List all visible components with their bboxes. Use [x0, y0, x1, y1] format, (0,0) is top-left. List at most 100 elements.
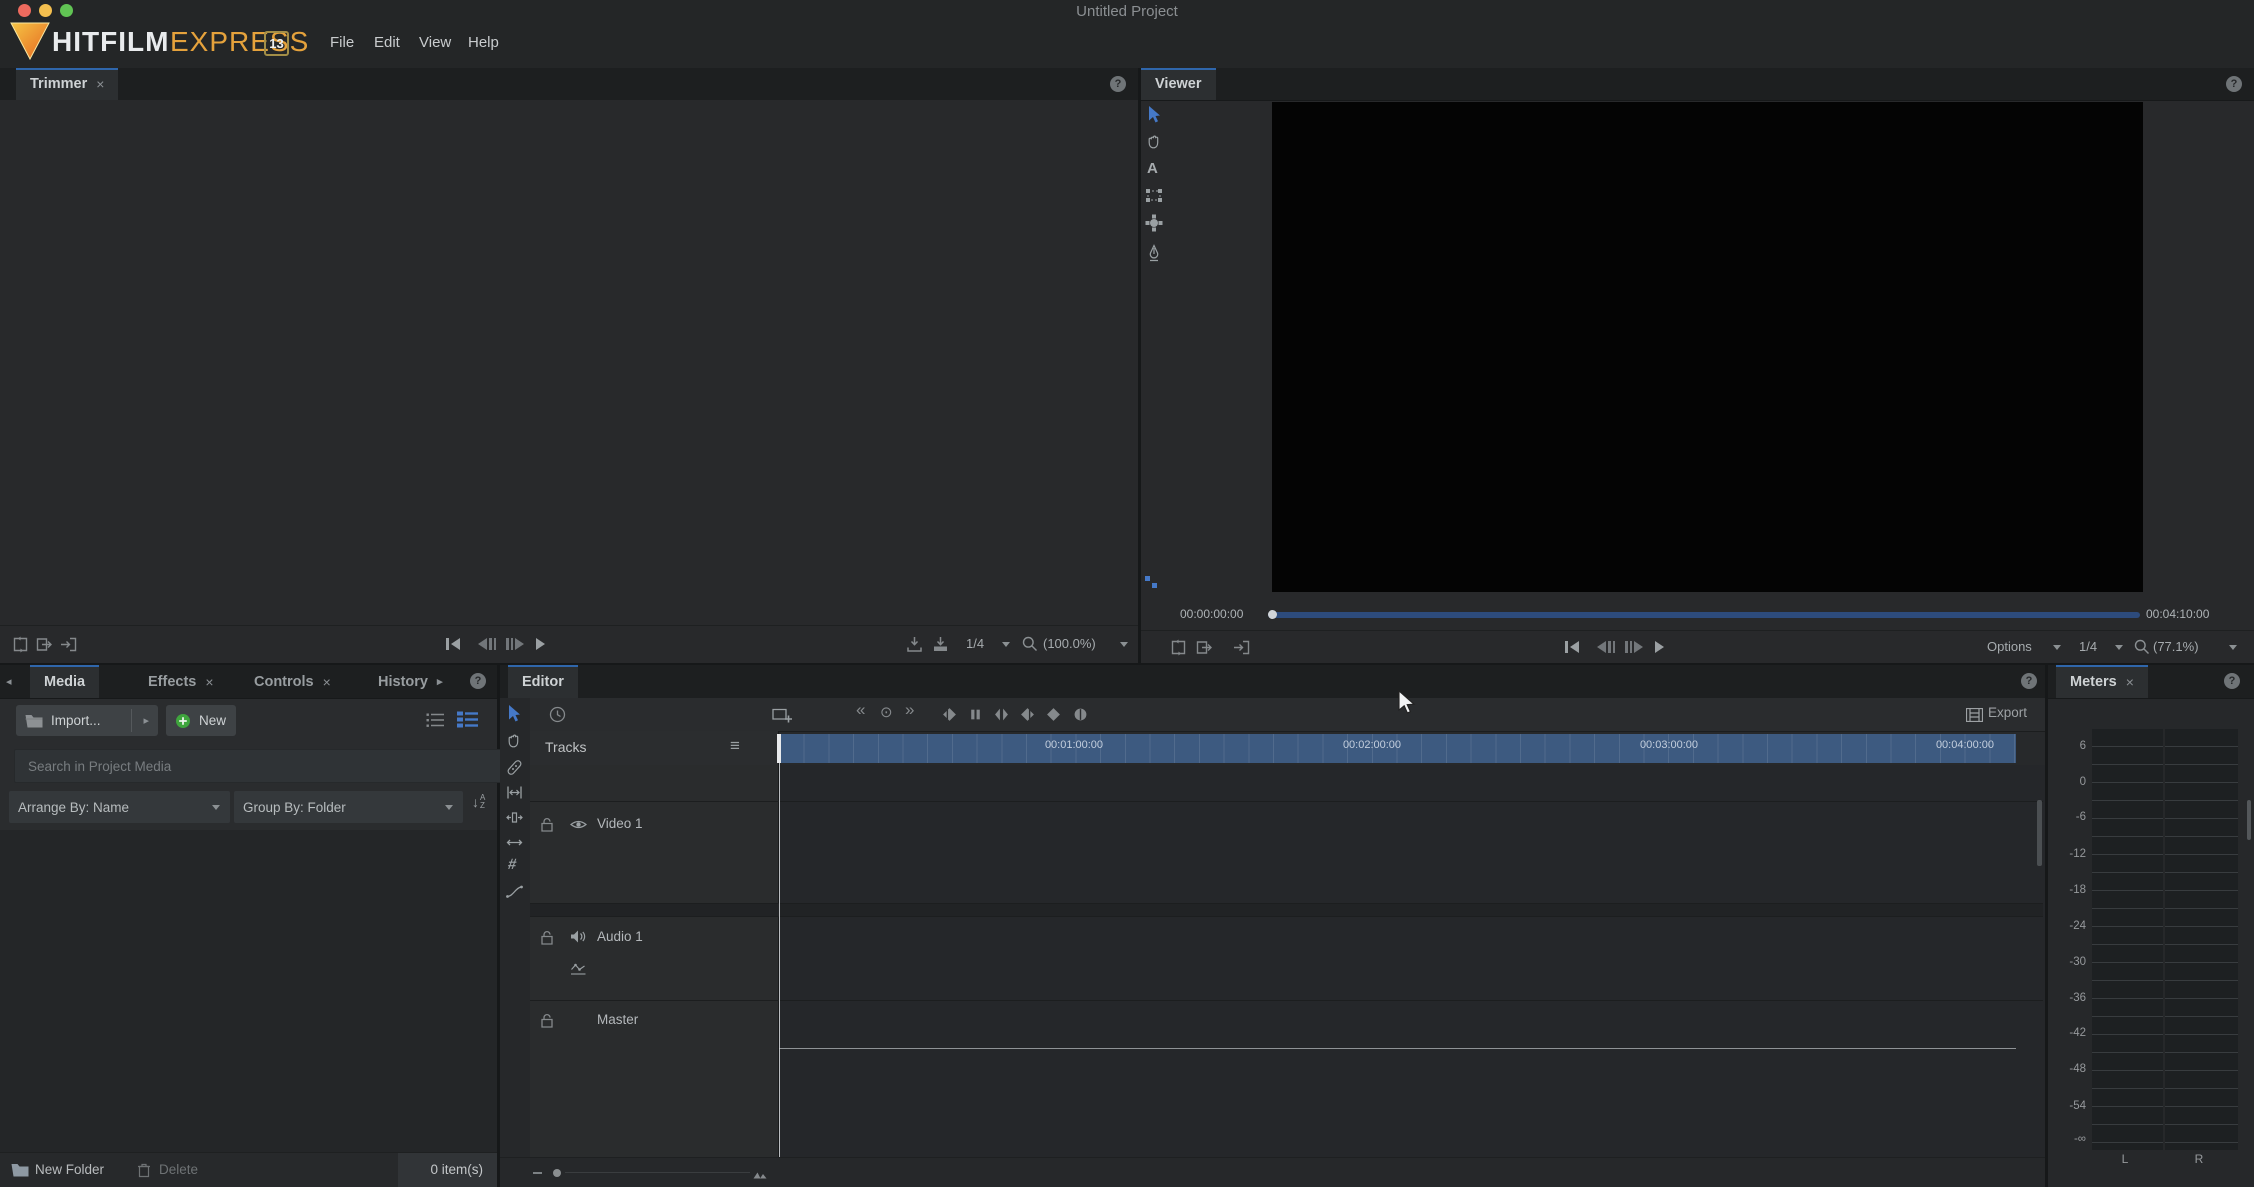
slice-left-icon[interactable]: [942, 707, 957, 722]
lock-open-icon[interactable]: [540, 930, 554, 945]
smooth-curve-tool-icon[interactable]: [506, 884, 523, 899]
lock-open-icon[interactable]: [540, 1013, 554, 1028]
text-tool-icon[interactable]: A: [1147, 160, 1158, 177]
select-tool-icon[interactable]: [506, 704, 523, 723]
chevron-down-icon[interactable]: [1120, 642, 1128, 647]
viewer-playhead-handle[interactable]: [1268, 610, 1277, 619]
slide-tool-icon[interactable]: [506, 809, 523, 826]
tab-scroll-left-icon[interactable]: ◂: [6, 675, 12, 688]
close-icon[interactable]: ×: [2126, 674, 2134, 690]
close-icon[interactable]: ×: [96, 76, 104, 92]
selection-region-tool-icon[interactable]: [1145, 188, 1163, 203]
next-frame-button[interactable]: [506, 638, 524, 650]
chevron-down-icon[interactable]: [2115, 645, 2123, 650]
previous-keyframe-icon[interactable]: «: [856, 700, 865, 720]
list-view-icon[interactable]: [426, 712, 445, 728]
ripple-edit-tool-icon[interactable]: [506, 834, 523, 851]
set-in-icon[interactable]: [1020, 707, 1035, 722]
close-icon[interactable]: ×: [323, 674, 331, 690]
slice-split-icon[interactable]: [994, 707, 1009, 722]
trimmer-zoom-value[interactable]: (100.0%): [1043, 636, 1096, 651]
set-out-point-icon[interactable]: [932, 636, 949, 653]
chevron-down-icon[interactable]: [2229, 645, 2237, 650]
import-button[interactable]: Import... ▸: [16, 705, 158, 736]
detail-view-icon[interactable]: [457, 711, 478, 728]
export-frame-icon[interactable]: [1196, 639, 1214, 656]
previous-frame-button[interactable]: [478, 638, 496, 650]
viewer-seek-bar[interactable]: [1268, 612, 2140, 618]
select-tool-icon[interactable]: [1146, 105, 1163, 124]
track-row-master[interactable]: Master: [530, 1001, 778, 1121]
set-in-point-icon[interactable]: [906, 636, 923, 653]
playhead-marker[interactable]: [777, 734, 781, 763]
tab-editor[interactable]: Editor: [508, 665, 578, 698]
tab-media[interactable]: Media: [30, 665, 100, 698]
help-icon[interactable]: ?: [470, 673, 486, 689]
viewer-zoom-value[interactable]: (77.1%): [2153, 639, 2199, 654]
tab-meters[interactable]: Meters ×: [2056, 665, 2148, 698]
panel-resize-grip[interactable]: [1145, 576, 1150, 581]
marker-icon[interactable]: [1073, 707, 1088, 722]
speaker-icon[interactable]: [570, 929, 587, 944]
next-frame-button[interactable]: [1625, 641, 1643, 653]
record-keyframe-icon[interactable]: ⊙: [880, 703, 893, 721]
next-keyframe-icon[interactable]: »: [905, 700, 914, 720]
help-icon[interactable]: ?: [2226, 76, 2242, 92]
track-row-video1[interactable]: Video 1: [530, 802, 778, 903]
vertical-scrollbar[interactable]: [2247, 800, 2251, 840]
insert-object-icon[interactable]: [772, 706, 793, 724]
menu-file[interactable]: File: [330, 34, 354, 51]
track-name[interactable]: Audio 1: [597, 929, 643, 944]
media-list[interactable]: [0, 830, 497, 1152]
export-button[interactable]: Export: [1988, 705, 2027, 720]
timeline-area[interactable]: [778, 765, 2045, 1157]
send-to-editor-icon[interactable]: [1233, 639, 1250, 656]
help-icon[interactable]: ?: [2021, 673, 2037, 689]
tab-effects[interactable]: Effects ×: [134, 665, 228, 698]
ripple-delete-icon[interactable]: [968, 707, 983, 722]
import-menu-icon[interactable]: ▸: [143, 714, 149, 727]
hand-tool-icon[interactable]: [1146, 134, 1163, 151]
go-to-start-button[interactable]: [446, 638, 460, 650]
panel-resize-grip[interactable]: [1152, 583, 1157, 588]
lock-open-icon[interactable]: [540, 817, 554, 832]
options-dropdown[interactable]: Options: [1987, 639, 2032, 654]
previous-frame-button[interactable]: [1597, 641, 1615, 653]
go-to-start-button[interactable]: [1565, 641, 1579, 653]
new-folder-button[interactable]: New Folder: [35, 1162, 104, 1177]
hand-tool-icon[interactable]: [506, 733, 523, 750]
eye-visible-icon[interactable]: [570, 818, 587, 831]
search-input[interactable]: [14, 749, 506, 783]
track-name[interactable]: Master: [597, 1012, 638, 1027]
panel-menu-icon[interactable]: ▸: [437, 675, 443, 688]
free-transform-tool-icon[interactable]: [1145, 214, 1163, 232]
pen-tool-icon[interactable]: [1146, 244, 1162, 262]
play-button[interactable]: [1655, 641, 1664, 653]
video-preview[interactable]: [1272, 102, 2143, 592]
close-icon[interactable]: ×: [205, 674, 213, 690]
new-button[interactable]: New: [166, 705, 236, 736]
tracks-menu-icon[interactable]: ≡: [730, 736, 740, 756]
master-volume-line[interactable]: [779, 1048, 2016, 1049]
sort-direction-icon[interactable]: ↓ A Z: [472, 794, 485, 811]
help-icon[interactable]: ?: [1110, 76, 1126, 92]
help-icon[interactable]: ?: [2224, 673, 2240, 689]
play-button[interactable]: [536, 638, 545, 650]
slip-tool-icon[interactable]: [506, 784, 523, 801]
tab-controls[interactable]: Controls ×: [240, 665, 345, 698]
loop-region-icon[interactable]: [1170, 639, 1187, 656]
timeline-zoom-handle[interactable]: [553, 1169, 561, 1177]
loop-region-icon[interactable]: [12, 636, 29, 653]
timeline-zoom-track[interactable]: [565, 1172, 750, 1173]
tab-viewer[interactable]: Viewer: [1141, 68, 1216, 100]
tab-history[interactable]: History ▸: [364, 665, 457, 698]
trimmer-quality-value[interactable]: 1/4: [966, 636, 984, 651]
viewer-quality-value[interactable]: 1/4: [2079, 639, 2097, 654]
zoom-fit-icon[interactable]: [752, 1165, 768, 1181]
tab-trimmer[interactable]: Trimmer ×: [16, 68, 119, 100]
group-by-dropdown[interactable]: Group By: Folder: [234, 791, 463, 823]
chevron-down-icon[interactable]: [1002, 642, 1010, 647]
export-frame-icon[interactable]: [36, 636, 54, 653]
timeline-ruler[interactable]: 00:01:00:00 00:02:00:00 00:03:00:00 00:0…: [779, 734, 2016, 763]
arrange-by-dropdown[interactable]: Arrange By: Name: [9, 791, 230, 823]
